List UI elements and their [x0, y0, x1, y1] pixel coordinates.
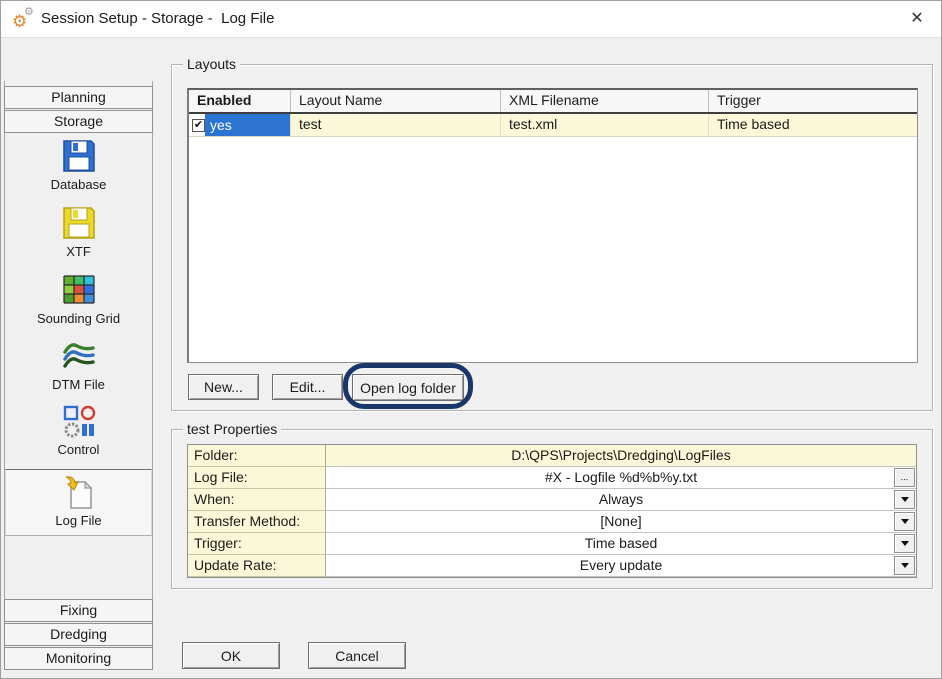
column-header-enabled[interactable]: Enabled: [189, 90, 291, 112]
chevron-down-icon: [901, 563, 909, 568]
open-log-folder-button[interactable]: Open log folder: [352, 374, 464, 401]
sidebar-item-label: Database: [7, 177, 150, 192]
dialog-body: Planning Storage Database XTF: [1, 37, 941, 678]
trigger-value[interactable]: Time based: [326, 533, 916, 555]
column-header-xml-filename[interactable]: XML Filename: [501, 90, 709, 112]
property-label: Folder:: [188, 445, 326, 467]
when-dropdown-button[interactable]: [894, 490, 915, 509]
sidebar-item-label: Log File: [7, 513, 150, 528]
sidebar-item-database[interactable]: Database: [7, 138, 150, 192]
browse-ellipsis-button[interactable]: ...: [894, 468, 915, 487]
update-rate-value[interactable]: Every update: [326, 555, 916, 577]
sidebar-item-sounding-grid[interactable]: Sounding Grid: [7, 272, 150, 326]
properties-table: Folder: D:\QPS\Projects\Dredging\LogFile…: [187, 444, 917, 578]
column-header-layout-name[interactable]: Layout Name: [291, 90, 501, 112]
layouts-table-header: Enabled Layout Name XML Filename Trigger: [189, 90, 917, 114]
floppy-yellow-icon: [61, 205, 97, 241]
close-icon[interactable]: ✕: [903, 6, 931, 32]
new-button[interactable]: New...: [188, 374, 259, 400]
trigger-dropdown-button[interactable]: [894, 534, 915, 553]
color-grid-icon: [61, 272, 97, 308]
properties-group-label: test Properties: [183, 421, 281, 437]
property-row-trigger: Trigger: Time based: [188, 533, 916, 555]
property-label: Log File:: [188, 467, 326, 489]
enabled-cell: ✔ yes: [189, 114, 291, 136]
log-page-arrow-icon: [61, 474, 97, 510]
layouts-group-label: Layouts: [183, 56, 240, 72]
test-properties-groupbox: test Properties Folder: D:\QPS\Projects\…: [171, 429, 933, 589]
sidebar-item-log-file[interactable]: Log File: [7, 474, 150, 528]
sidebar-item-label: DTM File: [7, 377, 150, 392]
transfer-method-dropdown-button[interactable]: [894, 512, 915, 531]
chevron-down-icon: [901, 497, 909, 502]
enabled-value-selected[interactable]: yes: [205, 114, 290, 136]
edit-button[interactable]: Edit...: [272, 374, 343, 400]
layout-name-cell[interactable]: test: [291, 114, 501, 136]
sidebar-button-storage[interactable]: Storage: [4, 110, 153, 133]
property-row-update-rate: Update Rate: Every update: [188, 555, 916, 577]
layouts-groupbox: Layouts Enabled Layout Name XML Filename…: [171, 64, 933, 411]
floppy-blue-icon: [61, 138, 97, 174]
transfer-method-value[interactable]: [None]: [326, 511, 916, 533]
property-row-when: When: Always: [188, 489, 916, 511]
when-value[interactable]: Always: [326, 489, 916, 511]
property-label: Update Rate:: [188, 555, 326, 577]
sidebar: Planning Storage Database XTF: [4, 81, 153, 669]
cancel-button[interactable]: Cancel: [308, 642, 406, 669]
table-row[interactable]: ✔ yes test test.xml Time based: [189, 114, 917, 137]
property-row-transfer-method: Transfer Method: [None]: [188, 511, 916, 533]
sidebar-item-control[interactable]: Control: [7, 403, 150, 457]
property-label: When:: [188, 489, 326, 511]
property-label: Transfer Method:: [188, 511, 326, 533]
property-row-log-file: Log File: #X - Logfile %d%b%y.txt ...: [188, 467, 916, 489]
gears-icon: ⚙ ⚙: [12, 9, 36, 31]
enabled-checkbox[interactable]: ✔: [192, 119, 205, 132]
property-row-folder: Folder: D:\QPS\Projects\Dredging\LogFile…: [188, 445, 916, 467]
sidebar-button-fixing[interactable]: Fixing: [4, 599, 153, 622]
sidebar-item-dtm-file[interactable]: DTM File: [7, 338, 150, 392]
sidebar-button-planning[interactable]: Planning: [4, 86, 153, 109]
window-title: Session Setup - Storage - Log File: [41, 10, 274, 27]
update-rate-dropdown-button[interactable]: [894, 556, 915, 575]
folder-value: D:\QPS\Projects\Dredging\LogFiles: [326, 445, 916, 467]
log-file-value[interactable]: #X - Logfile %d%b%y.txt ...: [326, 467, 916, 489]
sidebar-item-label: XTF: [7, 244, 150, 259]
xml-filename-cell[interactable]: test.xml: [501, 114, 709, 136]
column-header-trigger[interactable]: Trigger: [709, 90, 917, 112]
sidebar-item-xtf[interactable]: XTF: [7, 205, 150, 259]
control-shapes-icon: [61, 403, 97, 439]
sidebar-item-label: Sounding Grid: [7, 311, 150, 326]
property-label: Trigger:: [188, 533, 326, 555]
sidebar-button-dredging[interactable]: Dredging: [4, 623, 153, 646]
chevron-down-icon: [901, 519, 909, 524]
ok-button[interactable]: OK: [182, 642, 280, 669]
trigger-cell[interactable]: Time based: [709, 114, 917, 136]
title-bar: ⚙ ⚙ Session Setup - Storage - Log File ✕: [1, 1, 941, 38]
layouts-table: Enabled Layout Name XML Filename Trigger…: [187, 88, 918, 363]
session-setup-dialog: ⚙ ⚙ Session Setup - Storage - Log File ✕…: [0, 0, 942, 679]
sidebar-button-monitoring[interactable]: Monitoring: [4, 647, 153, 670]
chevron-down-icon: [901, 541, 909, 546]
contour-waves-icon: [61, 338, 97, 374]
sidebar-item-label: Control: [7, 442, 150, 457]
